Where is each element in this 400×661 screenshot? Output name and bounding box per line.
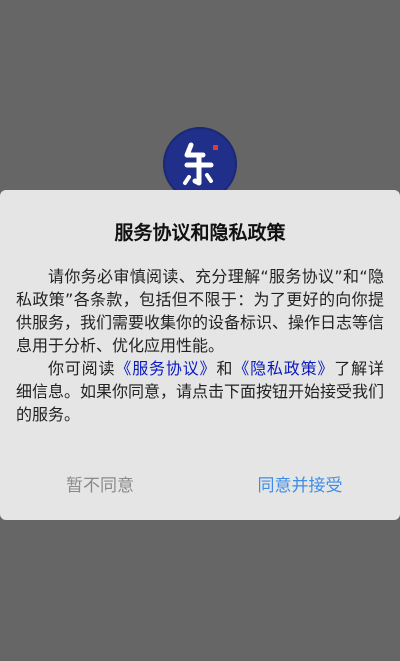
read-more-paragraph: 你可阅读《服务协议》和《隐私政策》了解详细信息。如果你同意，请点击下面按钮开始接… bbox=[16, 357, 384, 426]
dialog-title: 服务协议和隐私政策 bbox=[114, 222, 286, 244]
background-overlay: 服务协议和隐私政策 请你务必审慎阅读、充分理解“服务协议”和“隐私政策”各条款，… bbox=[0, 0, 400, 661]
service-agreement-link[interactable]: 《服务协议》 bbox=[115, 359, 216, 378]
decline-button[interactable]: 暂不同意 bbox=[0, 468, 200, 498]
dialog-body: 请你务必审慎阅读、充分理解“服务协议”和“隐私政策”各条款，包括但不限于：为了更… bbox=[16, 265, 384, 426]
and-text: 和 bbox=[216, 359, 234, 378]
privacy-dialog: 服务协议和隐私政策 请你务必审慎阅读、充分理解“服务协议”和“隐私政策”各条款，… bbox=[0, 190, 400, 520]
privacy-policy-link[interactable]: 《隐私政策》 bbox=[233, 359, 334, 378]
accept-button[interactable]: 同意并接受 bbox=[200, 468, 400, 498]
agreement-paragraph: 请你务必审慎阅读、充分理解“服务协议”和“隐私政策”各条款，包括但不限于：为了更… bbox=[16, 267, 385, 355]
read-prefix-text: 你可阅读 bbox=[48, 359, 116, 378]
